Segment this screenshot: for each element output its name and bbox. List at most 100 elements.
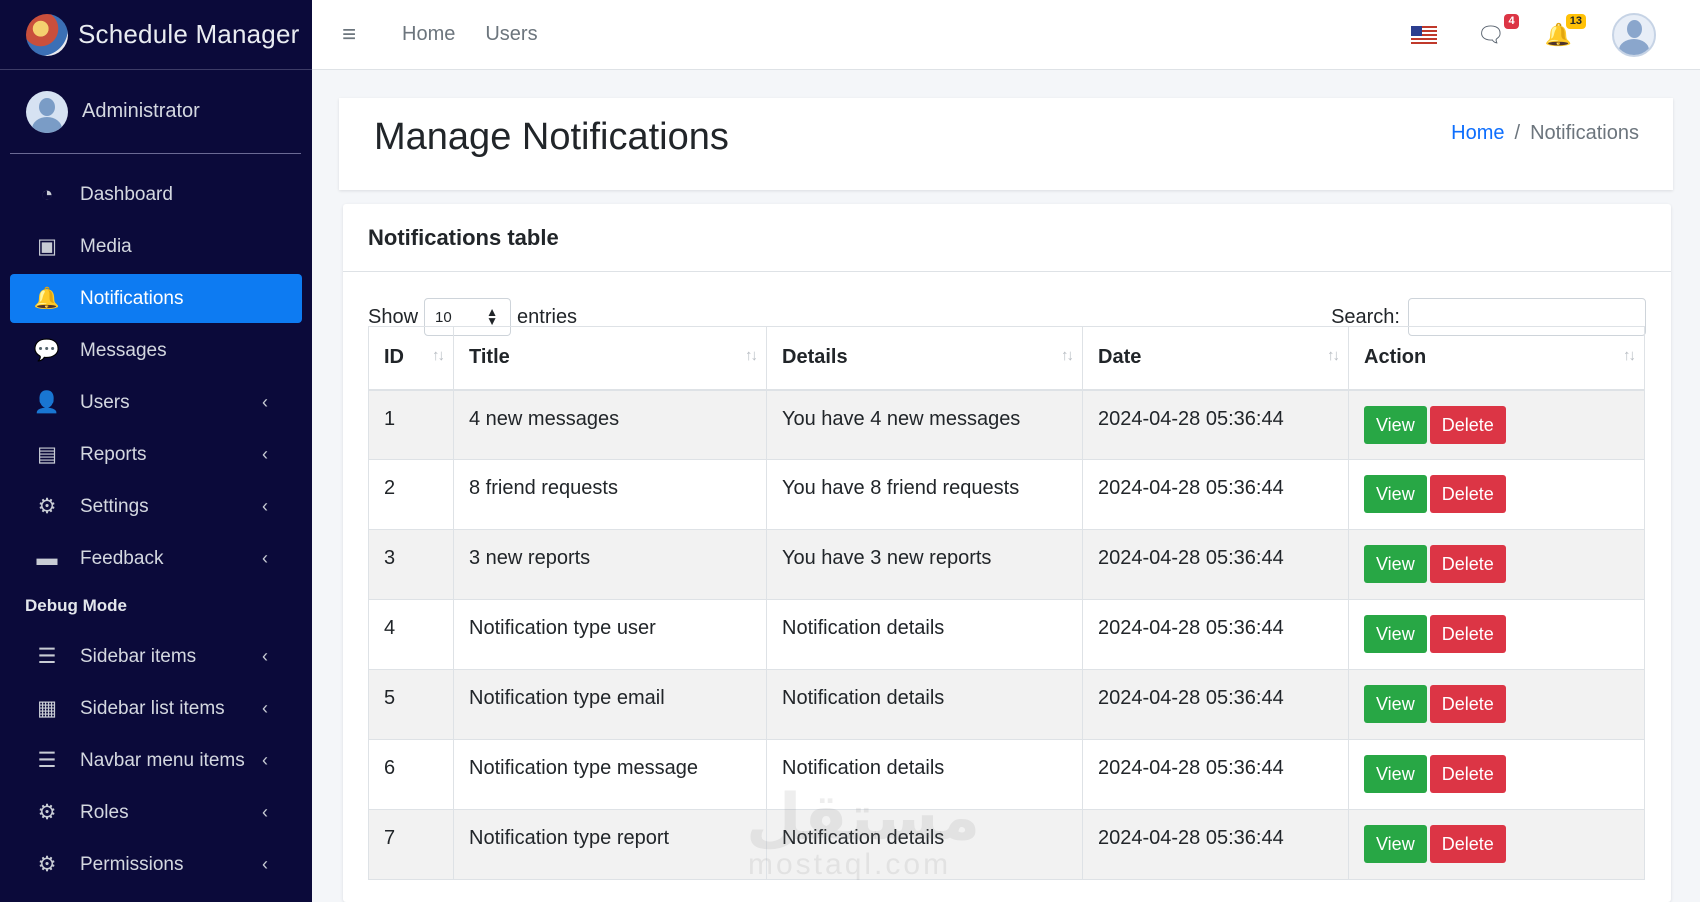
delete-button[interactable]: Delete [1429, 615, 1506, 653]
cell-details: Notification details [766, 739, 1083, 810]
sidebar-item-label: Sidebar list items [80, 697, 225, 719]
view-button[interactable]: View [1364, 615, 1427, 653]
chevron-left-icon: ‹ [262, 496, 268, 516]
sidebar-item-label: Sidebar items [80, 645, 197, 667]
cell-id: 2 [368, 459, 454, 530]
sort-icon: ↑↓ [745, 347, 758, 364]
cell-action: View Delete [1348, 529, 1645, 600]
column-header-details[interactable]: Details ↑↓ [766, 326, 1083, 391]
cell-details: Notification details [766, 599, 1083, 670]
sidebar-item-sidebar-items[interactable]: ☰ Sidebar items ‹ [10, 632, 302, 681]
sidebar-item-settings[interactable]: ⚙ Settings ‹ [10, 482, 302, 531]
sidebar-item-label: Notifications [80, 287, 184, 309]
sidebar-item-sidebar-list-items[interactable]: ▦ Sidebar list items ‹ [10, 684, 302, 733]
cell-action: View Delete [1348, 599, 1645, 670]
sidebar-item-permissions[interactable]: ⚙ Permissions ‹ [10, 840, 302, 889]
cell-details: You have 3 new reports [766, 529, 1083, 600]
sidebar-item-label: Dashboard [80, 183, 173, 205]
column-header-id[interactable]: ID ↑↓ [368, 326, 454, 391]
sidebar-nav: ◔ Dashboard ▣ Media 🔔 Notifications 💬 Messages 👤… [0, 170, 312, 889]
delete-button[interactable]: Delete [1429, 545, 1506, 583]
brand-title: Schedule Manager [78, 19, 300, 49]
sidebar-item-media[interactable]: ▣ Media [10, 222, 302, 271]
chevron-left-icon: ‹ [262, 548, 268, 568]
bell-icon: 🔔 [33, 286, 61, 310]
cell-details: You have 4 new messages [766, 389, 1083, 460]
view-button[interactable]: View [1364, 545, 1427, 583]
sidebar-item-navbar-menu-items[interactable]: ☰ Navbar menu items ‹ [10, 736, 302, 785]
messages-badge: 4 [1504, 14, 1519, 29]
images-icon: ▣ [37, 235, 57, 258]
delete-button[interactable]: Delete [1429, 685, 1506, 723]
cell-details: You have 8 friend requests [766, 459, 1083, 530]
delete-button[interactable]: Delete [1429, 825, 1506, 863]
breadcrumb-home[interactable]: Home [1451, 122, 1504, 145]
cell-id: 6 [368, 739, 454, 810]
menu-toggle-icon[interactable]: ≡ [342, 21, 372, 49]
sort-icon: ↑↓ [1061, 347, 1074, 364]
sidebar-item-reports[interactable]: ▤ Reports ‹ [10, 430, 302, 479]
user-icon: 👤 [33, 390, 61, 414]
cell-title: Notification type user [453, 599, 767, 670]
sidebar-item-notifications[interactable]: 🔔 Notifications [10, 274, 302, 323]
cell-date: 2024-04-28 05:36:44 [1082, 389, 1349, 460]
view-button[interactable]: View [1364, 755, 1427, 793]
sidebar-item-dashboard[interactable]: ◔ Dashboard [10, 170, 302, 219]
notifications-bell-icon[interactable]: 🔔 13 [1545, 14, 1586, 48]
cell-action: View Delete [1348, 809, 1645, 880]
chevron-left-icon: ‹ [262, 646, 268, 666]
table-header-row: ID ↑↓ Title ↑↓ Details ↑↓ Date ↑↓ Action ↑↓ [368, 326, 1645, 391]
sidebar-item-feedback[interactable]: ▬ Feedback ‹ [10, 534, 302, 583]
sidebar-item-label: Settings [80, 495, 149, 517]
messages-icon[interactable]: 🗨 4 [1477, 14, 1519, 48]
comments-icon: 💬 [33, 338, 61, 362]
top-navbar: ≡ Home Users 🗨 4 🔔 13 [312, 0, 1700, 70]
cell-details: Notification details [766, 809, 1083, 880]
sidebar-item-users[interactable]: 👤 Users ‹ [10, 378, 302, 427]
gear-icon: ⚙ [37, 853, 57, 876]
column-header-title[interactable]: Title ↑↓ [453, 326, 767, 391]
column-header-date[interactable]: Date ↑↓ [1082, 326, 1349, 391]
delete-button[interactable]: Delete [1429, 755, 1506, 793]
nav-link-users[interactable]: Users [485, 23, 537, 46]
sidebar-item-roles[interactable]: ⚙ Roles ‹ [10, 788, 302, 837]
brand-link[interactable]: Schedule Manager [0, 0, 312, 70]
user-avatar [26, 90, 68, 133]
table-row: 14 new messages You have 4 new messages 20… [368, 389, 1645, 460]
chevron-left-icon: ‹ [262, 802, 268, 822]
user-panel[interactable]: Administrator [10, 70, 301, 154]
view-button[interactable]: View [1364, 685, 1427, 723]
view-button[interactable]: View [1364, 825, 1427, 863]
user-menu-avatar[interactable] [1612, 13, 1656, 57]
table-row: 6 Notification type message Notification d… [368, 739, 1645, 810]
delete-button[interactable]: Delete [1429, 475, 1506, 513]
cell-title: Notification type report [453, 809, 767, 880]
entries-value: 10 [435, 308, 452, 326]
column-header-action[interactable]: Action ↑↓ [1348, 326, 1645, 391]
sidebar-item-messages[interactable]: 💬 Messages [10, 326, 302, 375]
cell-id: 1 [368, 389, 454, 460]
cell-title: Notification type message [453, 739, 767, 810]
list-alt-icon: ▦ [37, 697, 57, 720]
select-caret-icon: ▲ ▼ [486, 305, 499, 328]
breadcrumb-separator: / [1514, 122, 1521, 144]
view-button[interactable]: View [1364, 475, 1427, 513]
cell-action: View Delete [1348, 669, 1645, 740]
delete-button[interactable]: Delete [1429, 405, 1506, 444]
notifications-badge: 13 [1565, 14, 1586, 29]
breadcrumb-current: Notifications [1530, 122, 1639, 144]
cell-date: 2024-04-28 05:36:44 [1082, 529, 1349, 600]
cell-id: 4 [368, 599, 454, 670]
cell-action: View Delete [1348, 739, 1645, 810]
language-flag-icon[interactable] [1410, 26, 1437, 44]
view-button[interactable]: View [1364, 405, 1427, 444]
sidebar-item-label: Feedback [80, 547, 164, 569]
chevron-left-icon: ‹ [262, 750, 268, 770]
sidebar-section-header: Debug Mode [25, 596, 127, 615]
table-body: 14 new messages You have 4 new messages 20… [368, 389, 1645, 880]
cell-title: Notification type email [453, 669, 767, 740]
table-row: 7 Notification type report Notification de… [368, 809, 1645, 880]
nav-link-home[interactable]: Home [402, 23, 455, 46]
content-header: Manage Notifications Home / Notification… [339, 98, 1673, 190]
page-title: Manage Notifications [374, 116, 729, 158]
